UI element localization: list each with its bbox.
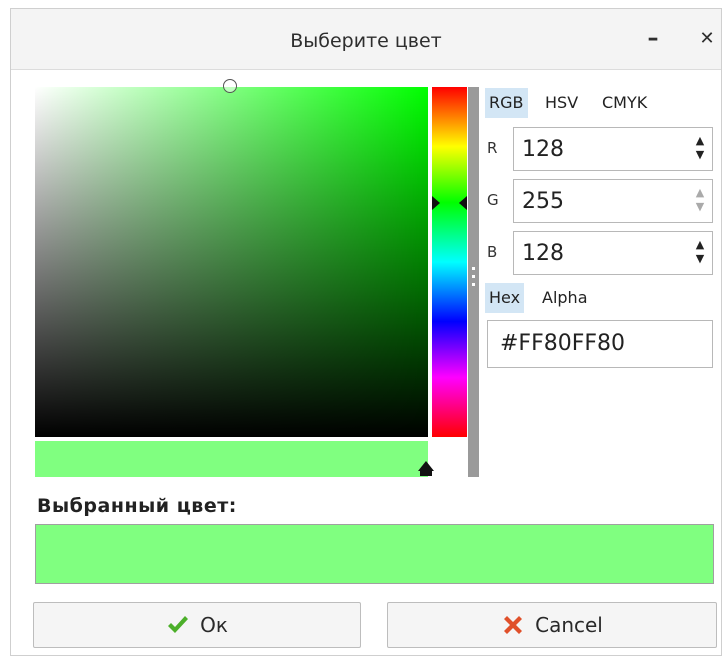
selected-color-swatch — [35, 524, 714, 584]
color-picker-dialog: Выберите цвет – ✕ RGB HSV CMYK R 128 ▲ ▼ … — [10, 8, 722, 656]
tab-hsv[interactable]: HSV — [541, 88, 582, 118]
hex-input[interactable]: #FF80FF80 — [487, 320, 713, 368]
tab-cmyk[interactable]: CMYK — [598, 88, 651, 118]
cancel-label: Cancel — [535, 613, 603, 637]
ok-label: Ок — [200, 613, 228, 637]
alpha-strip[interactable] — [35, 441, 428, 477]
b-spinbox[interactable]: 128 ▲ ▼ — [513, 231, 713, 275]
b-stepper-arrows-icon[interactable]: ▲ ▼ — [694, 238, 706, 268]
selected-color-label: Выбранный цвет: — [37, 495, 237, 517]
panel-splitter[interactable] — [468, 87, 479, 477]
channel-label-b: B — [487, 243, 498, 261]
ok-button[interactable]: Ок — [33, 602, 361, 648]
tab-alpha[interactable]: Alpha — [538, 283, 592, 313]
channel-label-g: G — [487, 191, 499, 209]
splitter-grip-icon — [472, 275, 475, 278]
hex-value[interactable]: #FF80FF80 — [500, 321, 625, 367]
checkmark-icon — [168, 615, 189, 633]
saturation-value-area[interactable] — [35, 87, 428, 437]
hue-marker-right-icon[interactable] — [459, 196, 467, 210]
hue-marker-left-icon[interactable] — [432, 196, 440, 210]
sv-cursor[interactable] — [223, 79, 237, 93]
minimize-button[interactable]: – — [639, 25, 667, 53]
alpha-marker-base — [420, 470, 432, 476]
dialog-title: Выберите цвет — [290, 30, 442, 52]
close-button[interactable]: ✕ — [693, 25, 721, 53]
cross-icon — [504, 615, 523, 634]
r-spinbox[interactable]: 128 ▲ ▼ — [513, 127, 713, 171]
tab-rgb[interactable]: RGB — [485, 88, 528, 118]
splitter-grip-icon — [472, 267, 475, 270]
cancel-button[interactable]: Cancel — [387, 602, 717, 648]
channel-label-r: R — [487, 139, 498, 157]
hue-slider[interactable] — [432, 87, 467, 437]
g-value[interactable]: 255 — [522, 180, 564, 224]
tab-hex[interactable]: Hex — [485, 283, 525, 313]
r-value[interactable]: 128 — [522, 128, 564, 172]
r-stepper-arrows-icon[interactable]: ▲ ▼ — [694, 134, 706, 164]
splitter-grip-icon — [472, 283, 475, 286]
g-stepper-arrows-icon[interactable]: ▲ ▼ — [694, 186, 706, 216]
g-spinbox[interactable]: 255 ▲ ▼ — [513, 179, 713, 223]
title-bar[interactable]: Выберите цвет – ✕ — [11, 9, 721, 70]
b-value[interactable]: 128 — [522, 232, 564, 276]
